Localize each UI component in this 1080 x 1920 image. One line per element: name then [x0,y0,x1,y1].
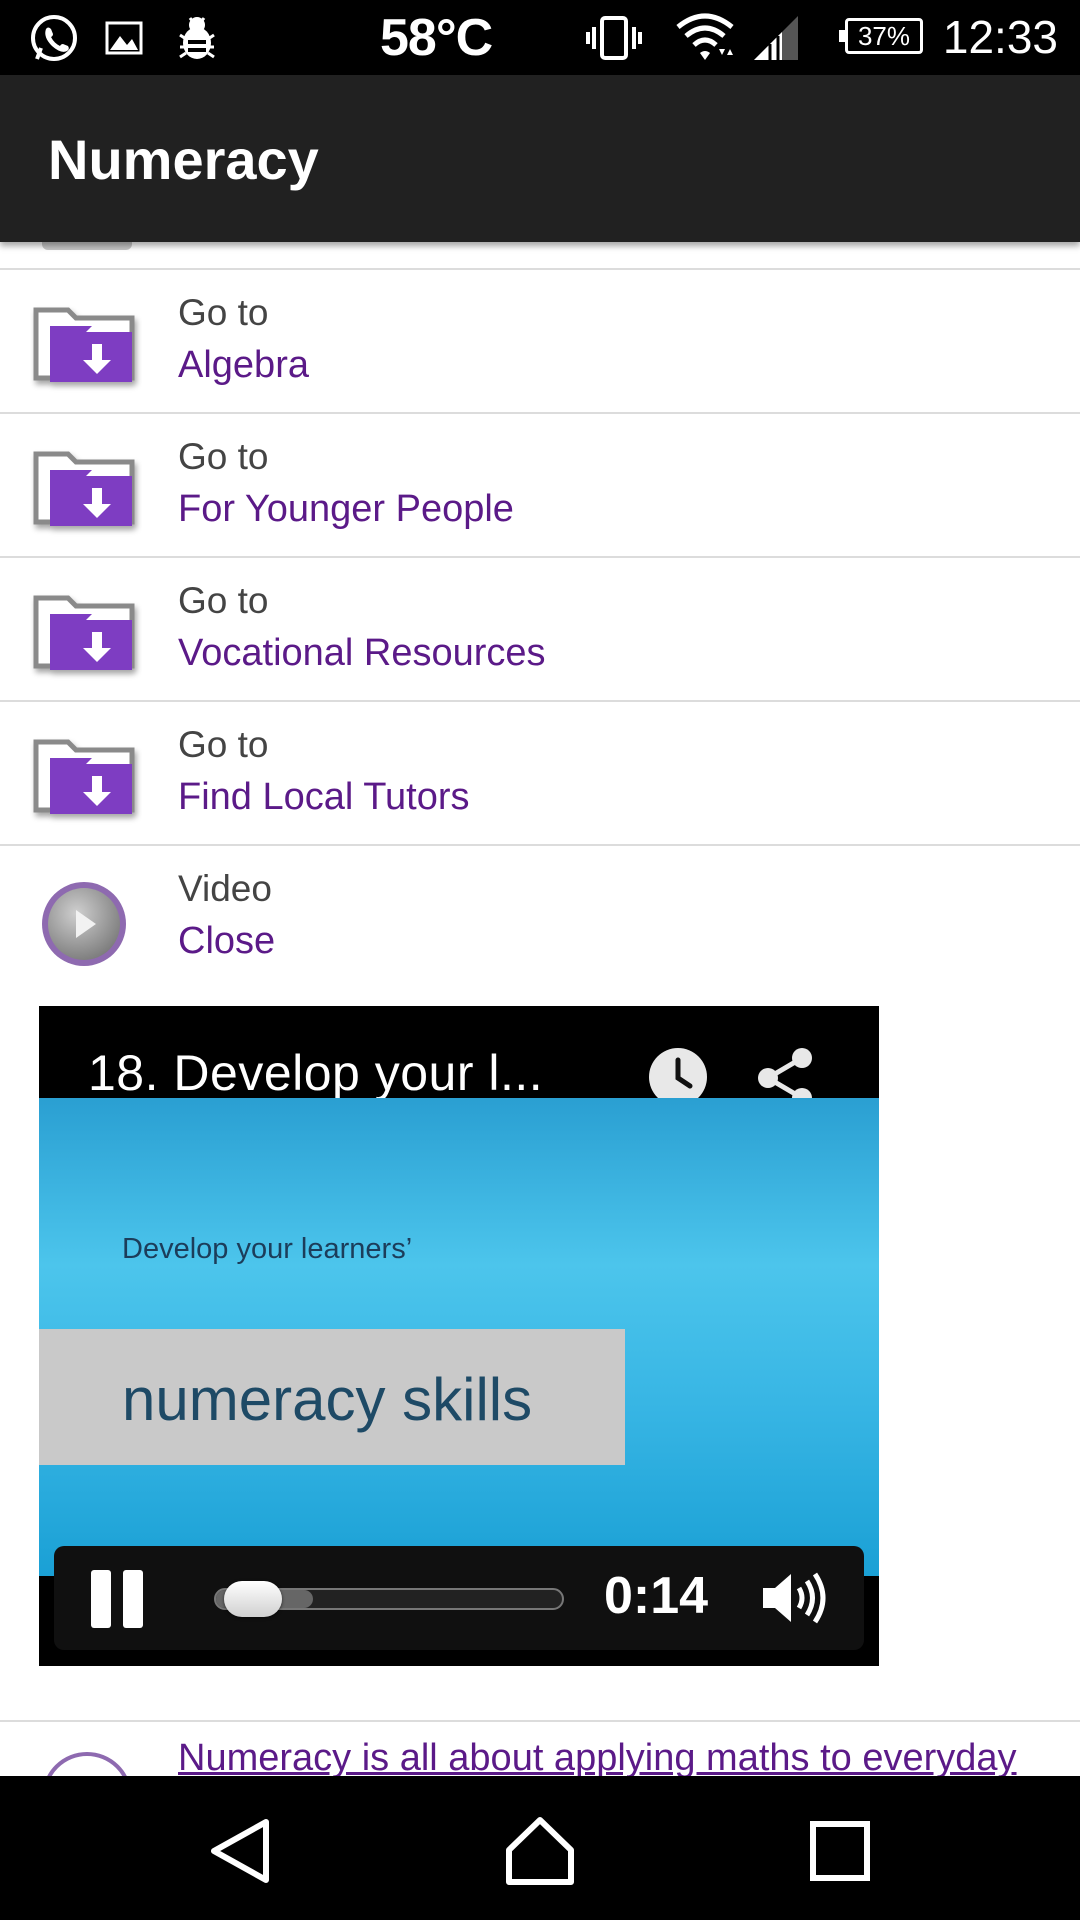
video-frame[interactable]: Develop your learners’ numeracy skills [39,1098,879,1576]
video-title[interactable]: 18. Develop your l... [88,1044,543,1102]
list-item-vocational-resources[interactable]: Go to Vocational Resources [0,558,1080,702]
folder-download-icon [30,732,142,828]
list-item-prefix: Go to [178,580,269,621]
list-item-link[interactable]: Numeracy is all about applying maths to … [178,1737,1017,1776]
video-player[interactable]: 18. Develop your l... Develop your learn… [39,1006,879,1666]
clock: 12:33 [942,11,1058,63]
video-controls: 0:14 [54,1546,864,1650]
navigation-bar [0,1776,1080,1920]
seek-bar-thumb[interactable] [224,1581,282,1617]
debug-bug-icon [172,0,222,75]
list-item-link[interactable]: For Younger People [178,488,514,531]
play-circle-icon [38,878,130,970]
video-current-time: 0:14 [604,1567,709,1625]
list-item-prefix: Video [178,868,272,909]
list-item-find-local-tutors[interactable]: Go to Find Local Tutors [0,702,1080,846]
list-item-link[interactable]: Algebra [178,344,309,387]
list-item-video[interactable]: Video Close [0,846,1080,966]
battery-icon: 37% [839,18,923,54]
vibrate-icon [585,0,643,75]
folder-download-icon [30,300,142,396]
signal-icon [752,0,800,75]
back-icon[interactable] [196,1806,286,1896]
pause-icon[interactable] [89,1566,149,1630]
folder-download-icon [30,444,142,540]
play-circle-icon [42,1752,132,1776]
list-item-prefix: Go to [178,436,269,477]
video-frame-caption: Develop your learners’ [122,1233,413,1265]
list-item-younger-people[interactable]: Go to For Younger People [0,414,1080,558]
folder-download-icon [30,588,142,684]
list-item-partial [0,242,1080,270]
list-item-prefix: Go to [178,292,269,333]
list-item-link[interactable]: Vocational Resources [178,632,546,675]
divider [0,1720,1080,1722]
gallery-icon [104,0,144,75]
recents-icon[interactable] [795,1806,885,1896]
battery-percent: 37% [857,21,911,51]
status-bar: 58°C 37% 12:33 [0,0,1080,75]
page-title: Numeracy [48,128,319,191]
list-item-prefix: Go to [178,724,269,765]
whatsapp-icon [28,0,80,75]
video-frame-heading: numeracy skills [122,1366,533,1433]
wifi-icon [675,0,735,75]
volume-icon[interactable] [759,1568,829,1628]
content-list[interactable]: Go to Algebra Go to For Younger People G… [0,242,1080,1776]
home-icon[interactable] [495,1806,585,1896]
list-item-link[interactable]: Find Local Tutors [178,776,469,819]
video-frame-heading-box: numeracy skills [39,1329,625,1465]
video-close-link[interactable]: Close [178,920,275,963]
app-bar: Numeracy [0,75,1080,242]
temperature-readout: 58°C [380,9,493,67]
seek-bar[interactable] [214,1581,564,1617]
list-item-algebra[interactable]: Go to Algebra [0,270,1080,414]
